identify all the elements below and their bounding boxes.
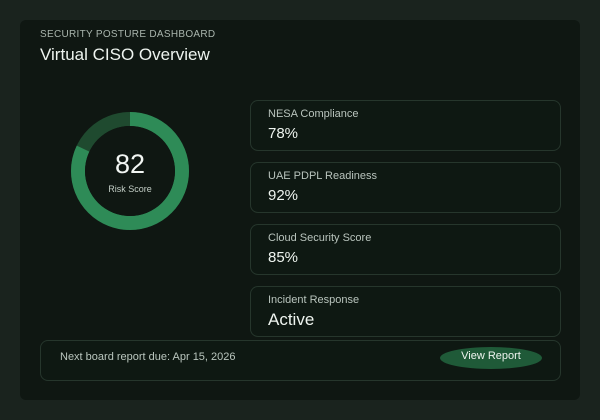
metric-value: Active	[268, 310, 315, 329]
view-report-button[interactable]: View Report	[440, 347, 542, 369]
metric-label: Incident Response	[268, 294, 360, 306]
board-report-due-text: Next board report due: Apr 15, 2026	[60, 351, 236, 363]
metric-label: Cloud Security Score	[268, 232, 372, 244]
metric-card-incident-response: Incident Response Active	[250, 286, 561, 337]
risk-score-value: 82	[114, 149, 146, 179]
metric-card-cloud-security-score: Cloud Security Score 85%	[250, 224, 561, 275]
page-title: Virtual CISO Overview	[40, 45, 210, 64]
dashboard-eyebrow: SECURITY POSTURE DASHBOARD	[40, 29, 216, 40]
metric-card-nesa-compliance: NESA Compliance 78%	[250, 100, 561, 151]
dashboard-panel: SECURITY POSTURE DASHBOARD Virtual CISO …	[20, 20, 580, 400]
metric-value: 78%	[268, 125, 299, 142]
board-report-bar: Next board report due: Apr 15, 2026 View…	[40, 340, 561, 381]
metric-label: NESA Compliance	[268, 108, 359, 120]
risk-score-label: Risk Score	[108, 184, 152, 194]
metric-label: UAE PDPL Readiness	[268, 170, 378, 182]
metric-value: 92%	[268, 187, 299, 204]
metric-card-uae-pdpl-readiness: UAE PDPL Readiness 92%	[250, 162, 561, 213]
risk-score-gauge: 82 Risk Score	[70, 111, 190, 231]
metric-value: 85%	[268, 249, 299, 266]
